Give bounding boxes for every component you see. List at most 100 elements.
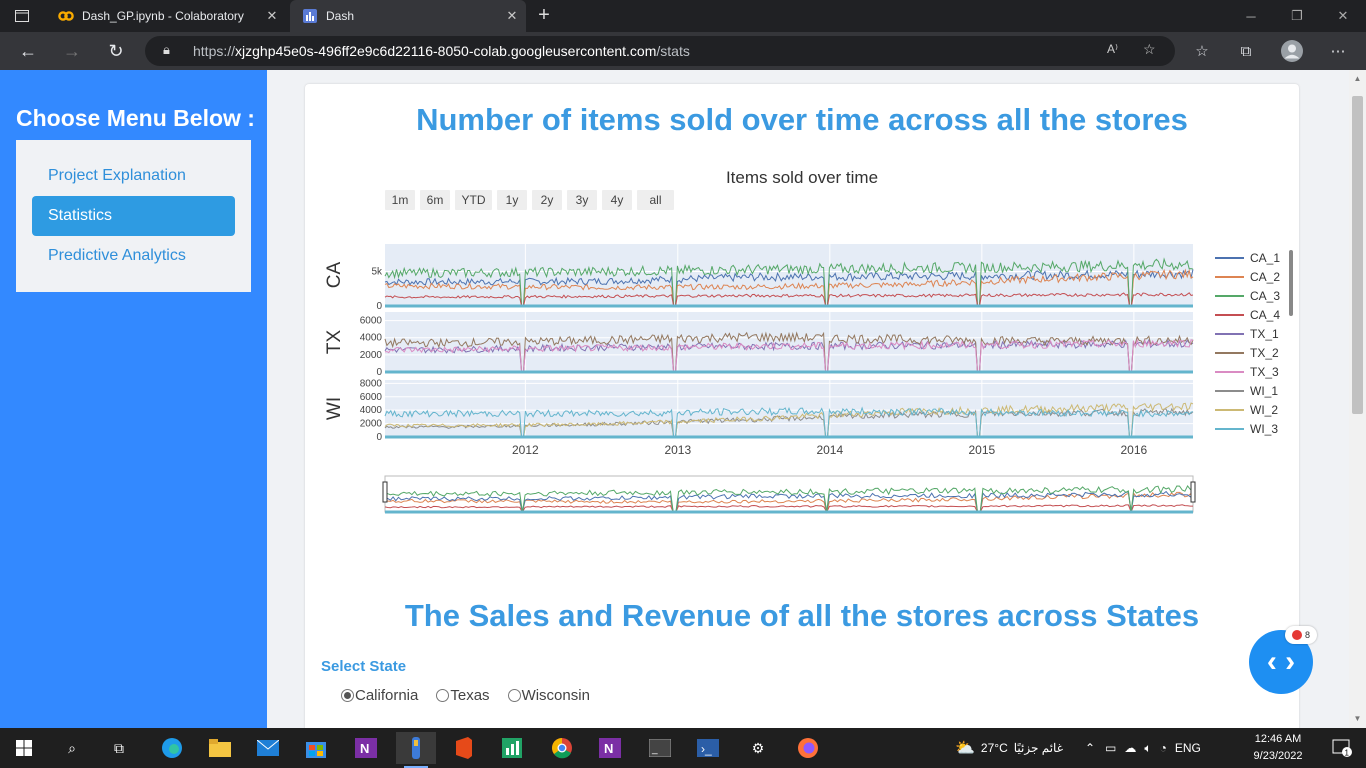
range-button-2y[interactable]: 2y <box>532 190 562 210</box>
radio-texas[interactable]: Texas <box>436 687 490 704</box>
onenote-icon[interactable]: N <box>346 732 386 764</box>
settings-gear-icon[interactable]: ⚙ <box>738 732 778 764</box>
address-bar[interactable]: 🔒︎ https://xjzghp45e0s-496ff2e9c6d22116-… <box>145 36 1175 66</box>
range-button-ytd[interactable]: YTD <box>455 190 492 210</box>
refresh-icon[interactable]: ↻ <box>101 36 131 66</box>
favorites-icon[interactable]: ☆ <box>1187 36 1217 66</box>
powershell-icon[interactable]: ›_ <box>688 732 728 764</box>
minimize-icon[interactable]: ─ <box>1228 0 1274 32</box>
search-icon[interactable]: ⌕ <box>52 732 92 764</box>
legend-item-ca_3[interactable]: CA_3 <box>1215 289 1280 303</box>
weather-temp[interactable]: 27°C <box>981 741 1008 755</box>
forward-icon[interactable]: → <box>57 36 87 66</box>
weather-text[interactable]: غائم جزئيًا <box>1014 741 1063 755</box>
edge-icon[interactable] <box>152 732 192 764</box>
legend-label: WI_2 <box>1250 403 1278 417</box>
collections-icon[interactable]: ⧉ <box>1231 36 1261 66</box>
nav-project-explanation[interactable]: Project Explanation <box>32 156 235 196</box>
chart-title: Items sold over time <box>726 168 878 187</box>
language-indicator[interactable]: ENG <box>1175 741 1201 755</box>
legend-item-wi_3[interactable]: WI_3 <box>1215 422 1278 436</box>
tab-colab[interactable]: Dash_GP.ipynb - Colaboratory ✕ <box>46 0 286 32</box>
nav-predictive-analytics[interactable]: Predictive Analytics <box>32 236 235 276</box>
range-button-6m[interactable]: 6m <box>420 190 450 210</box>
onedrive-cloud-icon[interactable]: ☁ <box>1124 741 1136 755</box>
close-icon[interactable]: ✕ <box>498 8 526 24</box>
read-aloud-icon[interactable]: A⁾ <box>1107 42 1118 56</box>
clock[interactable]: 12:46 AM 9/23/2022 <box>1248 731 1308 765</box>
chrome-icon[interactable] <box>542 732 582 764</box>
error-badge[interactable]: 8 <box>1285 626 1317 644</box>
close-window-icon[interactable]: ✕ <box>1320 0 1366 32</box>
colab-logo-icon <box>58 8 74 24</box>
svg-text:N: N <box>604 741 613 756</box>
url-text[interactable]: https://xjzghp45e0s-496ff2e9c6d22116-805… <box>193 43 690 59</box>
range-button-all[interactable]: all <box>637 190 674 210</box>
nav-statistics[interactable]: Statistics <box>32 196 235 236</box>
tab-dash[interactable]: Dash ✕ <box>290 0 526 32</box>
scroll-thumb[interactable] <box>1352 96 1363 414</box>
y-tick-label: 4000 <box>360 333 383 344</box>
file-explorer-icon[interactable] <box>200 732 240 764</box>
terminal-icon[interactable]: _ <box>640 732 680 764</box>
svg-text:_: _ <box>651 744 658 755</box>
svg-text:YTD: YTD <box>462 193 486 207</box>
range-slider[interactable] <box>382 475 1196 514</box>
url-path: /stats <box>656 43 690 59</box>
range-button-4y[interactable]: 4y <box>602 190 632 210</box>
section-title-items-sold: Number of items sold over time across al… <box>416 102 1188 137</box>
legend-item-tx_3[interactable]: TX_3 <box>1215 365 1279 379</box>
radio-dot[interactable] <box>341 689 354 702</box>
excel-chart-icon[interactable] <box>492 732 532 764</box>
error-dot-icon <box>1291 630 1302 640</box>
mail-icon[interactable] <box>248 732 288 764</box>
page-scrollbar[interactable]: ▲ ▼ <box>1349 70 1366 728</box>
range-button-1y[interactable]: 1y <box>497 190 527 210</box>
facet-wi: 0 2000 4000 6000 8000 WI <box>324 378 1194 443</box>
firefox-icon[interactable] <box>788 732 828 764</box>
legend-item-tx_1[interactable]: TX_1 <box>1215 327 1279 341</box>
lock-icon[interactable]: 🔒︎ <box>163 42 170 58</box>
store-icon[interactable] <box>296 732 336 764</box>
legend-item-wi_2[interactable]: WI_2 <box>1215 403 1278 417</box>
legend-scrollbar[interactable] <box>1289 250 1293 316</box>
items-sold-chart[interactable]: Items sold over time 1m 6m YTD 1y 2y 3y 4y all … <box>305 146 1299 566</box>
new-tab-icon[interactable]: + <box>532 4 556 28</box>
taskbar: ⌕ ⧉ N N _ ›_ ⚙ ⛅ 27°C غائم جزئيًا ⌃ ▭ ☁ … <box>0 728 1366 768</box>
radio-dot[interactable] <box>507 689 521 702</box>
legend-item-wi_1[interactable]: WI_1 <box>1215 384 1278 398</box>
onenote-icon[interactable]: N <box>590 732 630 764</box>
back-icon[interactable]: ← <box>13 36 43 66</box>
scroll-up-icon[interactable]: ▲ <box>1349 74 1366 83</box>
slider-left-handle[interactable] <box>382 481 388 503</box>
menu-card: Project Explanation Statistics Predictiv… <box>16 140 251 292</box>
legend-item-tx_2[interactable]: TX_2 <box>1215 346 1279 360</box>
legend-item-ca_1[interactable]: CA_1 <box>1215 251 1280 265</box>
menu-heading: Choose Menu Below : <box>16 105 255 131</box>
wifi-icon[interactable]: ◔ <box>1160 741 1167 755</box>
radio-wisconsin[interactable]: Wisconsin <box>507 687 590 704</box>
slider-right-handle[interactable] <box>1190 481 1196 503</box>
legend-item-ca_2[interactable]: CA_2 <box>1215 270 1280 284</box>
python-app-icon[interactable] <box>396 732 436 768</box>
radio-california[interactable]: California <box>341 687 418 704</box>
range-button-1m[interactable]: 1m <box>385 190 415 210</box>
notification-center-icon[interactable]: 1 <box>1322 732 1362 764</box>
scroll-down-icon[interactable]: ▼ <box>1349 714 1366 723</box>
range-button-3y[interactable]: 3y <box>567 190 597 210</box>
restore-icon[interactable]: ❐ <box>1274 0 1320 32</box>
profile-avatar[interactable] <box>1277 36 1307 66</box>
chevron-up-icon[interactable]: ⌃ <box>1085 741 1095 755</box>
windows-start-icon[interactable] <box>4 732 44 764</box>
battery-icon[interactable]: ▭ <box>1105 741 1116 755</box>
office-icon[interactable] <box>444 732 484 764</box>
volume-icon[interactable]: 🔈︎ <box>1144 741 1151 756</box>
legend-item-ca_4[interactable]: CA_4 <box>1215 308 1280 322</box>
task-view-icon[interactable]: ⧉ <box>99 732 139 764</box>
close-icon[interactable]: ✕ <box>258 8 286 24</box>
tab-actions-icon[interactable] <box>0 0 44 32</box>
add-favorite-icon[interactable]: ☆ <box>1143 41 1156 58</box>
radio-dot[interactable] <box>436 689 450 702</box>
more-options-icon[interactable]: ⋯ <box>1323 36 1353 66</box>
weather-icon[interactable]: ⛅ <box>955 738 975 758</box>
